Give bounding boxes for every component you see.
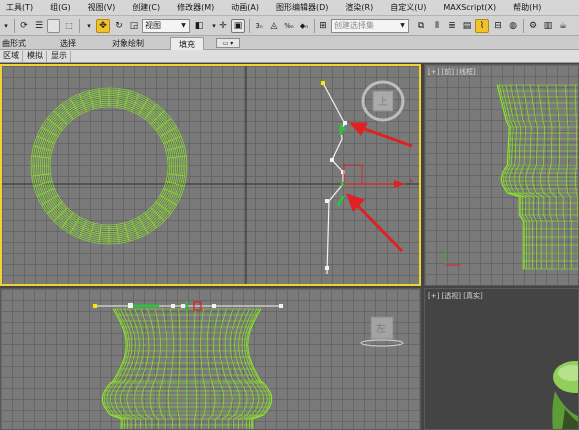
panel-define-areas[interactable]: 区域 xyxy=(0,51,23,62)
viewcube-top[interactable]: 上 xyxy=(361,80,405,122)
edit-named-selection-icon[interactable]: ⊞ xyxy=(316,19,330,33)
chevron-down-icon: ▼ xyxy=(181,22,186,29)
snap-toggle-icon[interactable]: 3ₙ xyxy=(252,19,266,33)
spline-vertex xyxy=(325,266,329,270)
menu-bar: 工具(T) 组(G) 视图(V) 创建(C) 修改器(M) 动画(A) 图形编辑… xyxy=(0,0,579,16)
spline-vertex xyxy=(325,199,329,203)
menu-customize[interactable]: 自定义(U) xyxy=(390,2,426,13)
menu-create[interactable]: 创建(C) xyxy=(132,2,160,13)
select-icon[interactable]: ⟳ xyxy=(17,19,31,33)
render-production-icon[interactable]: ☕ xyxy=(556,19,570,33)
panel-display[interactable]: 显示 xyxy=(48,51,71,62)
rendered-frame-window-icon[interactable]: ▥ xyxy=(541,19,555,33)
schematic-view-icon[interactable]: ⊟ xyxy=(491,19,505,33)
named-selection-set-dropdown[interactable]: 创建选择集 ▼ xyxy=(331,19,409,33)
toolbar-separator xyxy=(14,19,15,33)
viewcube-top-face: 上 xyxy=(378,96,388,108)
menu-views[interactable]: 视图(V) xyxy=(88,2,116,13)
menu-group[interactable]: 组(G) xyxy=(50,2,70,13)
viewport-perspective-canvas xyxy=(552,361,578,429)
select-by-name-icon[interactable]: ☰ xyxy=(32,19,46,33)
angle-snap-icon[interactable]: ◬ xyxy=(267,19,281,33)
menu-animation[interactable]: 动画(A) xyxy=(231,2,259,13)
left-wireframe xyxy=(101,308,273,429)
main-toolbar: ▾ ⟳ ☰ ⬚ ▾ ✥ ↻ ◲ 视图 ▼ ◧ ▾ ✛ ▣ 3ₙ ◬ %ₙ ◆ₙ … xyxy=(0,16,579,36)
viewport-top[interactable]: x 上 xyxy=(0,64,421,286)
shaded-object xyxy=(552,361,578,429)
move-gizmo: x xyxy=(343,164,413,188)
tangent-handle xyxy=(336,195,345,207)
viewport-front-canvas xyxy=(444,84,578,270)
select-and-scale-icon[interactable]: ◲ xyxy=(127,19,141,33)
left-spline-handles xyxy=(93,301,283,311)
ribbon-panel-row: 区域 模拟 显示 xyxy=(0,50,579,63)
select-and-rotate-icon[interactable]: ↻ xyxy=(112,19,126,33)
window-crossing-icon[interactable]: ⬚ xyxy=(62,19,76,33)
select-manipulate-icon[interactable]: ✛ xyxy=(216,19,230,33)
toolbar-separator xyxy=(523,19,524,33)
tab-object-paint[interactable]: 对象绘制 xyxy=(112,38,144,49)
axis-label-x: x xyxy=(409,177,413,185)
toolbar-separator xyxy=(314,19,315,33)
profile-spline xyxy=(321,81,347,275)
select-and-move-icon[interactable]: ✥ xyxy=(96,19,110,33)
viewport-left[interactable]: 左 xyxy=(0,288,421,430)
spline-first-vertex xyxy=(321,81,325,85)
tab-selection[interactable]: 选择 xyxy=(60,38,76,49)
toolbar-separator xyxy=(79,19,80,33)
menu-help[interactable]: 帮助(H) xyxy=(513,2,541,13)
material-editor-icon[interactable]: ◍ xyxy=(506,19,520,33)
render-setup-icon[interactable]: ⚙ xyxy=(526,19,540,33)
menu-graph-editors[interactable]: 图形编辑器(D) xyxy=(276,2,328,13)
keyboard-shortcut-override-icon[interactable]: ▣ xyxy=(231,19,245,33)
toolbar-separator xyxy=(249,19,250,33)
ribbon-minimize-icon[interactable]: ▭ ▾ xyxy=(216,38,240,48)
viewport-left-canvas: 左 xyxy=(93,301,404,429)
tab-modeling[interactable]: 曲形式 xyxy=(2,38,26,49)
panel-simulate[interactable]: 模拟 xyxy=(24,51,47,62)
spinner-snap-icon[interactable]: ◆ₙ xyxy=(297,19,311,33)
curve-editor-icon[interactable]: ⌇ xyxy=(475,19,489,33)
chevron-down-icon: ▼ xyxy=(400,22,405,29)
layer-dropdown-arrow-icon[interactable]: ▾ xyxy=(0,19,12,33)
percent-snap-icon[interactable]: %ₙ xyxy=(282,19,296,33)
spline-vertex xyxy=(343,121,347,125)
menu-modifiers[interactable]: 修改器(M) xyxy=(177,2,214,13)
align-icon[interactable]: ⫴ xyxy=(430,19,444,33)
viewcube-left-face: 左 xyxy=(376,322,386,335)
viewcube-left[interactable]: 左 xyxy=(360,316,404,347)
front-wireframe xyxy=(496,84,578,270)
spline-vertex xyxy=(330,158,334,162)
ribbon-tabs: 曲形式 选择 对象绘制 填充 ▭ ▾ xyxy=(0,36,579,50)
viewport-top-canvas: x 上 xyxy=(2,66,419,284)
viewport-front[interactable]: [+] [前] [线框] xyxy=(424,64,579,286)
reference-coordinate-dropdown[interactable]: 视图 ▼ xyxy=(142,19,190,33)
link-icon[interactable]: ▾ xyxy=(82,19,96,33)
ring-wireframe xyxy=(30,87,188,245)
named-selection-set-placeholder: 创建选择集 xyxy=(334,21,374,30)
menu-tools[interactable]: 工具(T) xyxy=(6,2,33,13)
annotation-arrows xyxy=(346,122,413,253)
graphite-tools-icon[interactable]: ▤ xyxy=(460,19,474,33)
layer-manager-icon[interactable]: ≣ xyxy=(445,19,459,33)
pivot-point-icon[interactable]: ◧ xyxy=(192,19,206,33)
rectangle-selection-icon[interactable] xyxy=(47,19,60,33)
menu-rendering[interactable]: 渲染(R) xyxy=(345,2,373,13)
reference-coordinate-value: 视图 xyxy=(145,21,161,30)
menu-maxscript[interactable]: MAXScript(X) xyxy=(443,3,496,12)
viewport-perspective[interactable]: [+] [透视] [真实] xyxy=(424,288,579,430)
mirror-icon[interactable]: ⧉ xyxy=(414,19,428,33)
tab-populate[interactable]: 填充 xyxy=(170,37,204,50)
